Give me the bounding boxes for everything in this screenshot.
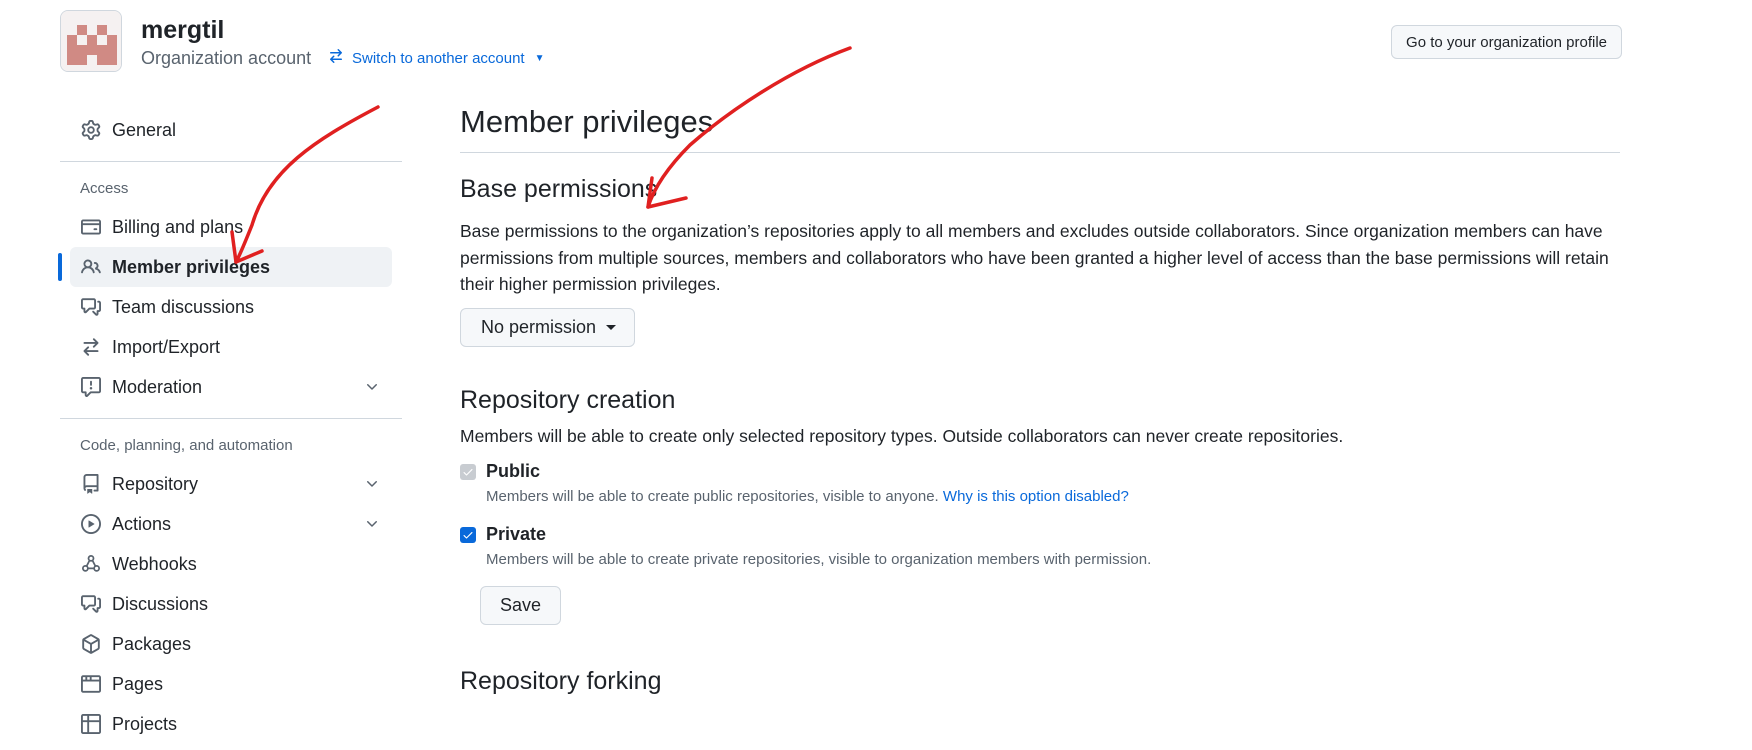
sidebar-divider [60, 418, 402, 419]
sidebar-divider [60, 161, 402, 162]
base-permissions-section: Base permissions Base permissions to the… [460, 175, 1620, 347]
private-checkbox[interactable] [460, 527, 476, 543]
credit-card-icon [80, 216, 102, 238]
browser-icon [80, 673, 102, 695]
sidebar-item-team-discussions[interactable]: Team discussions [60, 287, 402, 327]
gear-icon [80, 119, 102, 141]
public-option: Public Members will be able to create pu… [460, 461, 1620, 505]
repository-creation-section: Repository creation Members will be able… [460, 385, 1620, 625]
sidebar-item-label: Actions [112, 513, 172, 534]
comment-discussion-icon [80, 593, 102, 615]
sidebar-item-repository[interactable]: Repository [60, 464, 402, 504]
sidebar-item-packages[interactable]: Packages [60, 624, 402, 664]
sidebar-heading-access: Access [80, 179, 129, 197]
sidebar-item-moderation[interactable]: Moderation [60, 367, 402, 407]
sidebar-item-billing[interactable]: Billing and plans [60, 207, 402, 247]
webhook-icon [80, 553, 102, 575]
section-title: Repository creation [460, 385, 676, 414]
chevron-down-icon[interactable] [364, 476, 380, 497]
sidebar-item-label: Repository [112, 473, 199, 494]
people-icon [80, 256, 102, 278]
arrow-switch-icon [328, 48, 344, 68]
comment-discussion-icon [80, 296, 102, 318]
sidebar-item-label: Billing and plans [112, 216, 244, 237]
section-description: Base permissions to the organization’s r… [460, 221, 1609, 294]
settings-sidebar: General Access Billing and plans Member … [58, 110, 402, 744]
public-label: Public [486, 461, 541, 481]
arrow-switch-icon [80, 336, 102, 358]
sidebar-item-webhooks[interactable]: Webhooks [60, 544, 402, 584]
save-button[interactable]: Save [480, 586, 562, 625]
chevron-down-icon[interactable] [364, 379, 380, 400]
caret-down-icon [606, 324, 617, 330]
sidebar-item-label: Member privileges [112, 256, 271, 277]
report-icon [80, 376, 102, 398]
sidebar-item-label: General [112, 119, 177, 140]
sidebar-item-label: Team discussions [112, 296, 255, 317]
repository-forking-section: Repository forking [460, 667, 1620, 696]
package-icon [80, 633, 102, 655]
table-icon [80, 713, 102, 735]
switch-account-link[interactable]: Switch to another account ▼ [328, 48, 545, 68]
sidebar-item-general[interactable]: General [60, 110, 402, 150]
org-name: mergtil [141, 16, 225, 44]
select-value: No permission [481, 316, 597, 337]
sidebar-item-label: Discussions [112, 593, 209, 614]
sidebar-item-discussions[interactable]: Discussions [60, 584, 402, 624]
sidebar-item-pages[interactable]: Pages [60, 664, 402, 704]
private-description: Members will be able to create private r… [486, 551, 1152, 568]
main-content: Member privileges Base permissions Base … [460, 104, 1620, 696]
sidebar-item-label: Packages [112, 633, 192, 654]
org-type: Organization account [141, 48, 312, 68]
section-title: Repository forking [460, 667, 662, 695]
sidebar-item-label: Pages [112, 673, 164, 694]
sidebar-item-projects[interactable]: Projects [60, 704, 402, 744]
sidebar-item-label: Webhooks [112, 553, 197, 574]
public-desc-text: Members will be able to create public re… [486, 488, 939, 505]
repo-icon [80, 473, 102, 495]
caret-down-icon: ▼ [534, 52, 545, 64]
private-option: Private Members will be able to create p… [460, 524, 1620, 568]
sidebar-item-member-privileges[interactable]: Member privileges [58, 247, 392, 287]
public-checkbox [460, 464, 476, 480]
sidebar-heading-code: Code, planning, and automation [80, 436, 293, 454]
sidebar-item-label: Moderation [112, 376, 203, 397]
sidebar-item-actions[interactable]: Actions [60, 504, 402, 544]
why-disabled-link[interactable]: Why is this option disabled? [943, 488, 1129, 505]
section-description: Members will be able to create only sele… [460, 425, 1344, 446]
org-header: mergtil Organization account Switch to a… [60, 10, 1622, 74]
org-profile-button[interactable]: Go to your organization profile [1391, 25, 1622, 59]
org-avatar[interactable] [60, 10, 122, 72]
base-permission-select[interactable]: No permission [460, 307, 636, 347]
chevron-down-icon[interactable] [364, 516, 380, 537]
play-icon [80, 513, 102, 535]
page-title: Member privileges [460, 104, 1620, 153]
switch-account-label: Switch to another account [352, 49, 525, 67]
sidebar-item-label: Projects [112, 713, 178, 734]
sidebar-item-import-export[interactable]: Import/Export [60, 327, 402, 367]
sidebar-item-label: Import/Export [112, 336, 221, 357]
public-description: Members will be able to create public re… [486, 488, 1129, 505]
section-title: Base permissions [460, 175, 658, 203]
private-label: Private [486, 524, 547, 544]
